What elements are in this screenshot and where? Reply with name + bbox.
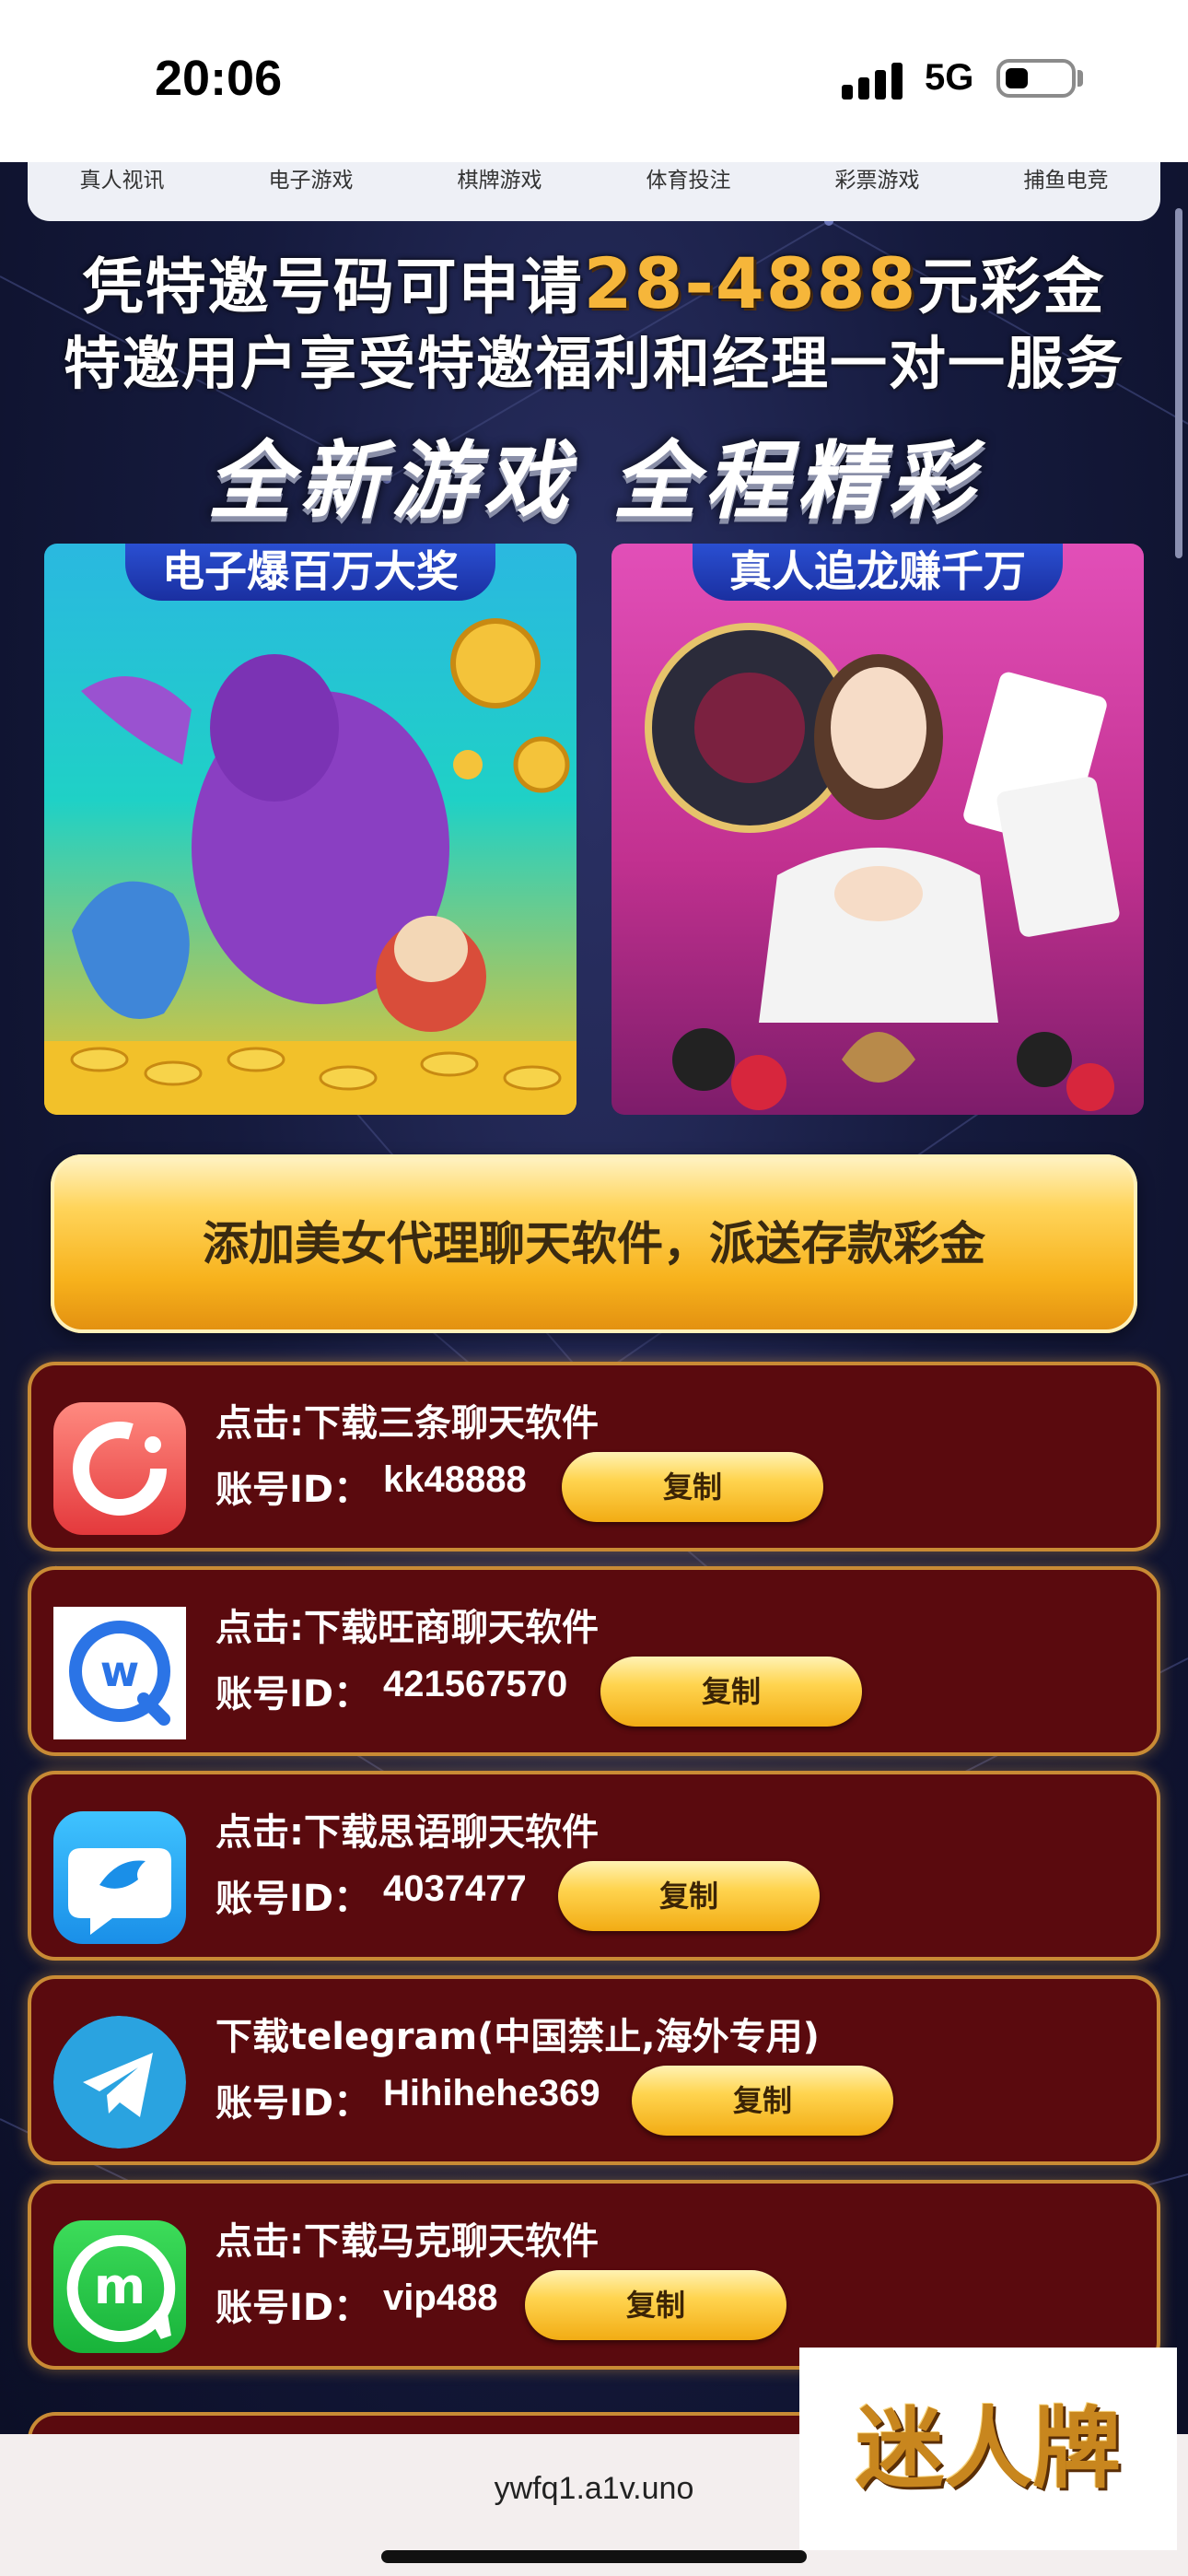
contact-title: 点击:下载思语聊天软件 — [215, 1811, 599, 1854]
contact-row-make[interactable]: m 点击:下载马克聊天软件 账号ID： vip488 复制 — [28, 2180, 1160, 2370]
telegram-icon — [53, 2016, 186, 2149]
slots-game-card[interactable]: 电子爆百万大奖 — [44, 544, 577, 1115]
account-id-label: 账号ID： — [215, 1673, 371, 1715]
promo-amount: 28-4888 — [583, 242, 918, 324]
account-id-value: vip488 — [383, 2277, 498, 2318]
wangshang-icon: w — [53, 1607, 186, 1739]
copy-button[interactable]: 复制 — [562, 1452, 823, 1522]
nav-item-chess[interactable]: 棋牌游戏 — [405, 162, 594, 221]
status-time: 20:06 — [155, 51, 283, 106]
contact-title: 点击:下载旺商聊天软件 — [215, 1607, 599, 1649]
contact-row-wangshang[interactable]: w 点击:下载旺商聊天软件 账号ID： 421567570 复制 — [28, 1566, 1160, 1756]
contact-title: 点击:下载马克聊天软件 — [215, 2220, 599, 2263]
contact-title: 点击:下载三条聊天软件 — [215, 1402, 599, 1445]
nav-item-slots[interactable]: 电子游戏 — [216, 162, 405, 221]
copy-button[interactable]: 复制 — [632, 2066, 893, 2136]
account-id-value: kk48888 — [383, 1459, 527, 1500]
watermark-logo: 迷人牌 — [799, 2348, 1177, 2550]
copy-button[interactable]: 复制 — [600, 1657, 862, 1727]
account-id-label: 账号ID： — [215, 2082, 371, 2125]
copy-button[interactable]: 复制 — [558, 1861, 820, 1931]
contact-row-santiao[interactable]: 点击:下载三条聊天软件 账号ID： kk48888 复制 — [28, 1362, 1160, 1551]
account-id-label: 账号ID： — [215, 1469, 371, 1511]
promo-line-2: 特邀用户享受特邀福利和经理一对一服务 — [63, 330, 1124, 397]
scrollbar[interactable] — [1175, 208, 1182, 558]
siyu-bird-icon — [53, 1811, 186, 1944]
battery-tip — [1077, 70, 1083, 87]
account-id-label: 账号ID： — [215, 1878, 371, 1920]
slots-card-tag: 电子爆百万大奖 — [125, 544, 495, 601]
account-id-value: 4037477 — [383, 1868, 527, 1909]
contact-title: 下载telegram(中国禁止,海外专用) — [215, 2016, 820, 2058]
category-nav: 真人视讯 电子游戏 棋牌游戏 体育投注 彩票游戏 捕鱼电竞 — [28, 162, 1160, 221]
nav-item-fishing[interactable]: 捕鱼电竞 — [972, 162, 1160, 221]
signal-icon — [842, 63, 903, 100]
nav-item-live[interactable]: 真人视讯 — [28, 162, 216, 221]
contact-row-telegram[interactable]: 下载telegram(中国禁止,海外专用) 账号ID： Hihihehe369 … — [28, 1975, 1160, 2165]
promo-suffix: 元彩金 — [917, 252, 1106, 322]
network-type: 5G — [925, 57, 974, 98]
live-dealer-illustration — [645, 623, 1120, 1111]
promo-headline: 全新游戏 全程精彩 — [206, 432, 982, 531]
slots-illustration — [44, 618, 577, 1115]
svg-text:m: m — [94, 2257, 146, 2315]
live-card-tag: 真人追龙赚千万 — [693, 544, 1063, 601]
make-chat-icon: m — [53, 2220, 186, 2353]
svg-text:w: w — [100, 1646, 140, 1696]
live-casino-card[interactable]: 真人追龙赚千万 — [611, 544, 1144, 1115]
home-indicator[interactable] — [381, 2550, 807, 2563]
promo-prefix: 凭特邀号码可申请 — [82, 252, 584, 322]
nav-item-lottery[interactable]: 彩票游戏 — [783, 162, 972, 221]
agent-promo-banner[interactable]: 添加美女代理聊天软件，派送存款彩金 — [51, 1154, 1137, 1333]
copy-button[interactable]: 复制 — [525, 2270, 786, 2340]
account-id-label: 账号ID： — [215, 2287, 371, 2329]
account-id-value: Hihihehe369 — [383, 2073, 600, 2113]
account-id-value: 421567570 — [383, 1664, 568, 1704]
three-chat-icon — [53, 1402, 186, 1535]
status-bar: 20:06 5G — [0, 0, 1188, 162]
contact-row-siyu[interactable]: 点击:下载思语聊天软件 账号ID： 4037477 复制 — [28, 1771, 1160, 1961]
battery-icon — [996, 59, 1076, 98]
nav-item-sports[interactable]: 体育投注 — [594, 162, 783, 221]
promo-line-1: 凭特邀号码可申请28-4888元彩金 — [0, 238, 1188, 326]
